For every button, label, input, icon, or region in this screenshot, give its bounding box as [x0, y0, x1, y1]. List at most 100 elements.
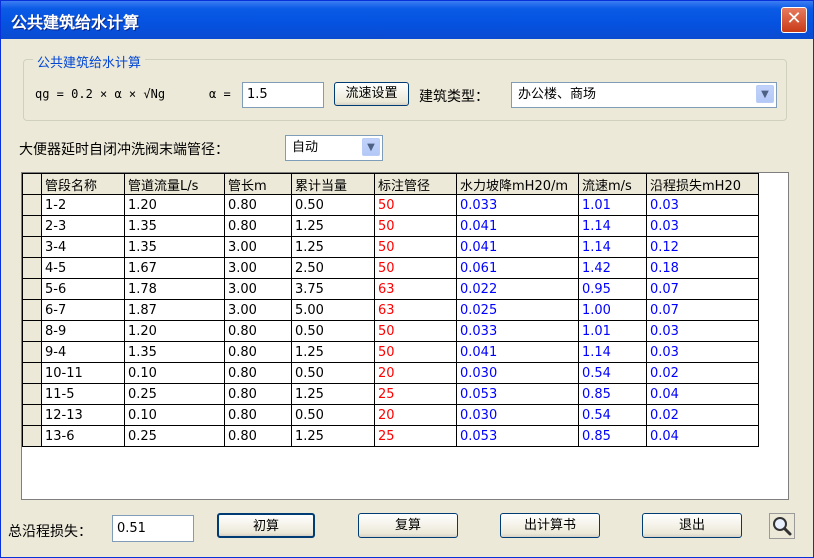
table-cell[interactable]: 1.20	[124, 320, 225, 342]
table-cell[interactable]: 0.85	[578, 383, 647, 405]
table-cell[interactable]: 0.033	[456, 194, 579, 216]
table-cell[interactable]: 1.35	[124, 215, 225, 237]
table-cell[interactable]: 1.20	[124, 194, 225, 216]
table-cell[interactable]: 3.00	[224, 299, 292, 321]
table-cell[interactable]: 0.80	[224, 404, 292, 426]
table-cell[interactable]: 0.54	[578, 404, 647, 426]
row-header[interactable]	[22, 257, 42, 279]
table-cell[interactable]: 3.00	[224, 278, 292, 300]
table-cell[interactable]: 0.80	[224, 341, 292, 363]
table-cell[interactable]: 3.00	[224, 257, 292, 279]
table-cell[interactable]: 0.03	[646, 341, 759, 363]
table-row[interactable]: 4-5 1.67 3.00 2.50 50 0.061 1.42 0.18	[22, 257, 759, 279]
table-cell[interactable]: 5.00	[291, 299, 375, 321]
table-cell[interactable]: 0.50	[291, 362, 375, 384]
table-cell[interactable]: 25	[374, 383, 457, 405]
table-cell[interactable]: 0.030	[456, 362, 579, 384]
table-cell[interactable]: 0.50	[291, 194, 375, 216]
table-cell[interactable]: 0.18	[646, 257, 759, 279]
col-header[interactable]: 流速m/s	[578, 173, 647, 195]
table-cell[interactable]: 50	[374, 215, 457, 237]
table-cell[interactable]: 1.35	[124, 236, 225, 258]
row-header[interactable]	[22, 383, 42, 405]
table-cell[interactable]: 0.04	[646, 383, 759, 405]
table-cell[interactable]: 0.03	[646, 320, 759, 342]
table-cell[interactable]: 0.10	[124, 404, 225, 426]
table-cell[interactable]: 1.25	[291, 215, 375, 237]
table-cell[interactable]: 1.67	[124, 257, 225, 279]
chevron-down-icon[interactable]: ▼	[756, 85, 774, 103]
table-row[interactable]: 9-4 1.35 0.80 1.25 50 0.041 1.14 0.03	[22, 341, 759, 363]
title-bar[interactable]: 公共建筑给水计算 ✕	[1, 1, 813, 39]
table-cell[interactable]: 0.80	[224, 215, 292, 237]
pipe-diameter-select[interactable]: 自动 ▼	[285, 135, 383, 161]
table-cell[interactable]: 1.14	[578, 236, 647, 258]
row-header[interactable]	[22, 362, 42, 384]
table-cell[interactable]: 50	[374, 257, 457, 279]
table-cell[interactable]: 11-5	[41, 383, 125, 405]
table-row[interactable]: 11-5 0.25 0.80 1.25 25 0.053 0.85 0.04	[22, 383, 759, 405]
table-cell[interactable]: 12-13	[41, 404, 125, 426]
table-cell[interactable]: 1.87	[124, 299, 225, 321]
row-header[interactable]	[22, 278, 42, 300]
table-cell[interactable]: 3.75	[291, 278, 375, 300]
table-cell[interactable]: 1.25	[291, 425, 375, 447]
table-cell[interactable]: 1.14	[578, 341, 647, 363]
row-header[interactable]	[22, 194, 42, 216]
table-cell[interactable]: 0.03	[646, 194, 759, 216]
table-cell[interactable]: 0.25	[124, 425, 225, 447]
row-header[interactable]	[22, 215, 42, 237]
table-cell[interactable]: 2-3	[41, 215, 125, 237]
row-header[interactable]	[22, 341, 42, 363]
building-type-select[interactable]: 办公楼、商场 ▼	[511, 82, 777, 108]
table-cell[interactable]: 0.022	[456, 278, 579, 300]
recalc-button[interactable]: 复算	[358, 513, 458, 538]
table-cell[interactable]: 0.041	[456, 341, 579, 363]
table-cell[interactable]: 25	[374, 425, 457, 447]
table-cell[interactable]: 0.25	[124, 383, 225, 405]
col-header[interactable]: 管长m	[224, 173, 292, 195]
table-row[interactable]: 12-13 0.10 0.80 0.50 20 0.030 0.54 0.02	[22, 404, 759, 426]
col-header[interactable]: 标注管径	[374, 173, 457, 195]
table-cell[interactable]: 0.02	[646, 362, 759, 384]
table-cell[interactable]: 63	[374, 299, 457, 321]
table-cell[interactable]: 0.50	[291, 320, 375, 342]
table-cell[interactable]: 0.030	[456, 404, 579, 426]
table-cell[interactable]: 1.25	[291, 236, 375, 258]
exit-button[interactable]: 退出	[642, 513, 742, 538]
table-cell[interactable]: 0.12	[646, 236, 759, 258]
table-row[interactable]: 13-6 0.25 0.80 1.25 25 0.053 0.85 0.04	[22, 425, 759, 447]
results-grid[interactable]: 管段名称 管道流量L/s 管长m 累计当量 标注管径 水力坡降mH20/m 流速…	[21, 172, 789, 500]
table-cell[interactable]: 1.42	[578, 257, 647, 279]
table-cell[interactable]: 0.04	[646, 425, 759, 447]
flow-setting-button[interactable]: 流速设置	[334, 82, 409, 106]
col-header[interactable]: 水力坡降mH20/m	[456, 173, 579, 195]
table-cell[interactable]: 0.02	[646, 404, 759, 426]
table-cell[interactable]: 1-2	[41, 194, 125, 216]
row-header[interactable]	[22, 404, 42, 426]
table-cell[interactable]: 0.10	[124, 362, 225, 384]
col-header[interactable]: 管道流量L/s	[124, 173, 225, 195]
table-cell[interactable]: 0.80	[224, 194, 292, 216]
table-cell[interactable]: 3.00	[224, 236, 292, 258]
table-row[interactable]: 10-11 0.10 0.80 0.50 20 0.030 0.54 0.02	[22, 362, 759, 384]
table-cell[interactable]: 0.07	[646, 299, 759, 321]
table-cell[interactable]: 1.00	[578, 299, 647, 321]
table-cell[interactable]: 10-11	[41, 362, 125, 384]
table-cell[interactable]: 1.01	[578, 320, 647, 342]
col-header[interactable]: 管段名称	[41, 173, 125, 195]
col-header[interactable]: 累计当量	[291, 173, 375, 195]
table-row[interactable]: 1-2 1.20 0.80 0.50 50 0.033 1.01 0.03	[22, 194, 759, 216]
table-cell[interactable]: 0.053	[456, 425, 579, 447]
table-cell[interactable]: 0.80	[224, 320, 292, 342]
table-cell[interactable]: 2.50	[291, 257, 375, 279]
table-cell[interactable]: 0.95	[578, 278, 647, 300]
table-cell[interactable]: 8-9	[41, 320, 125, 342]
table-cell[interactable]: 4-5	[41, 257, 125, 279]
table-cell[interactable]: 3-4	[41, 236, 125, 258]
table-row[interactable]: 6-7 1.87 3.00 5.00 63 0.025 1.00 0.07	[22, 299, 759, 321]
table-cell[interactable]: 50	[374, 341, 457, 363]
table-cell[interactable]: 50	[374, 320, 457, 342]
table-cell[interactable]: 0.80	[224, 383, 292, 405]
row-header[interactable]	[22, 299, 42, 321]
